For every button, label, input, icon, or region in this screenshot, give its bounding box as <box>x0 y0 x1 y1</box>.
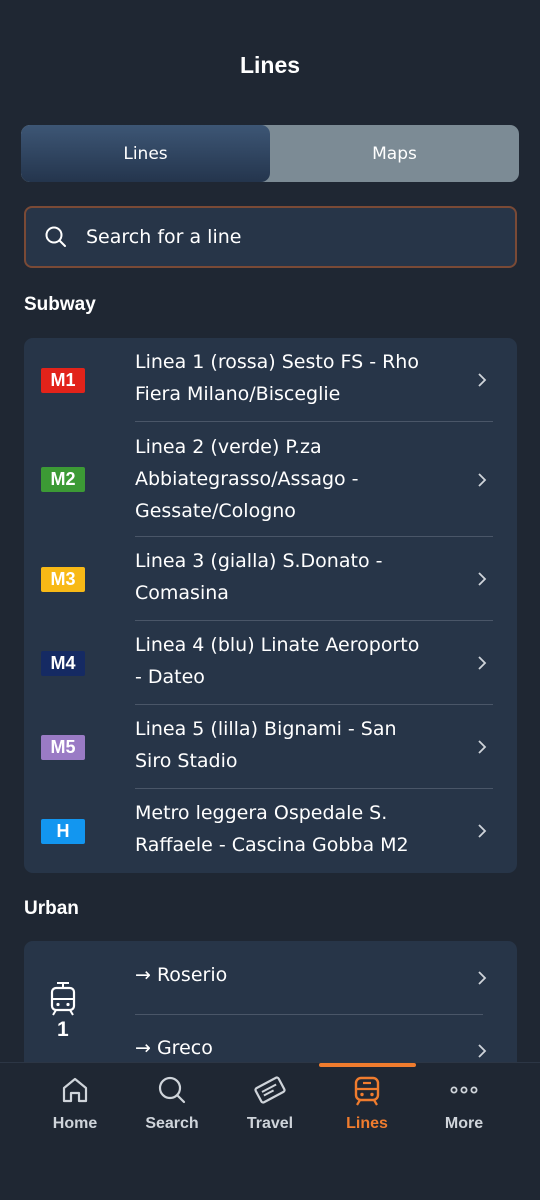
m2-badge: M2 <box>41 467 85 492</box>
line-text-2: - Dateo <box>135 666 205 688</box>
line-text-1: Linea 4 (blu) Linate Aeroporto <box>135 634 420 656</box>
nav-travel[interactable]: Travel <box>220 1063 320 1163</box>
line-row-m4[interactable]: M4 Linea 4 (blu) Linate Aeroporto - Date… <box>24 621 517 705</box>
nav-home[interactable]: Home <box>25 1063 125 1163</box>
m5-badge: M5 <box>41 735 85 760</box>
lines-maps-segmented-control: Lines Maps <box>21 125 519 182</box>
line-row-text: Linea 2 (verde) P.za Abbiategrasso/Assag… <box>135 431 465 527</box>
tram-icon <box>354 1076 380 1106</box>
search-icon <box>158 1076 186 1104</box>
search-input[interactable] <box>86 226 466 248</box>
chevron-right-icon <box>478 824 487 838</box>
nav-travel-label: Travel <box>246 1115 294 1132</box>
chevron-right-icon <box>478 1044 487 1058</box>
line-row-text: Linea 3 (gialla) S.Donato - Comasina <box>135 545 465 609</box>
subway-lines-card: M1 Linea 1 (rossa) Sesto FS - Rho Fiera … <box>24 338 517 873</box>
page-title: Lines <box>239 52 301 78</box>
line-text-2: Fiera Milano/Bisceglie <box>135 383 341 405</box>
line-row-h[interactable]: H Metro leggera Ospedale S. Raffaele - C… <box>24 789 517 873</box>
divider <box>135 1014 483 1015</box>
chevron-right-icon <box>478 656 487 670</box>
chevron-right-icon <box>478 373 487 387</box>
line-row-m3[interactable]: M3 Linea 3 (gialla) S.Donato - Comasina <box>24 537 517 621</box>
line-row-text: Linea 5 (lilla) Bignami - San Siro Stadi… <box>135 713 465 777</box>
m3-badge: M3 <box>41 567 85 592</box>
search-icon <box>45 226 66 247</box>
ticket-icon <box>254 1076 286 1104</box>
chevron-right-icon <box>478 971 487 985</box>
chevron-right-icon <box>478 473 487 487</box>
tab-lines[interactable]: Lines <box>21 125 270 182</box>
line-text-2: Siro Stadio <box>135 750 238 772</box>
line-text-1: Linea 1 (rossa) Sesto FS - Rho <box>135 351 419 373</box>
line-text-1: Linea 3 (gialla) S.Donato - <box>135 550 383 572</box>
line-text-1: Linea 2 (verde) P.za <box>135 436 322 458</box>
search-bar[interactable] <box>24 206 517 268</box>
direction-roserio[interactable]: → Roserio <box>135 964 227 986</box>
home-icon <box>62 1077 88 1103</box>
line-row-text: Linea 1 (rossa) Sesto FS - Rho Fiera Mil… <box>135 346 465 410</box>
nav-home-label: Home <box>52 1115 98 1132</box>
more-icon <box>450 1086 478 1094</box>
nav-search[interactable]: Search <box>122 1063 222 1163</box>
line-text-1: Metro leggera Ospedale S. <box>135 802 388 824</box>
urban-lines-card: 1 → Roserio → Greco <box>24 941 517 1062</box>
m4-badge: M4 <box>41 651 85 676</box>
direction-greco[interactable]: → Greco <box>135 1037 213 1059</box>
line-text-2: Comasina <box>135 582 229 604</box>
subway-section-title: Subway <box>24 294 96 315</box>
h-badge: H <box>41 819 85 844</box>
line-text-3: Gessate/Cologno <box>135 500 296 522</box>
nav-lines[interactable]: Lines <box>317 1063 417 1163</box>
line-text-2: Raffaele - Cascina Gobba M2 <box>135 834 409 856</box>
chevron-right-icon <box>478 740 487 754</box>
line-row-text: Linea 4 (blu) Linate Aeroporto - Dateo <box>135 629 465 693</box>
m1-badge: M1 <box>41 368 85 393</box>
line-text-1: Linea 5 (lilla) Bignami - San <box>135 718 397 740</box>
urban-section-title: Urban <box>24 898 79 919</box>
line-row-text: Metro leggera Ospedale S. Raffaele - Cas… <box>135 797 465 861</box>
urban-line-number: 1 <box>57 1018 69 1041</box>
nav-lines-label: Lines <box>346 1115 388 1132</box>
bottom-navigation: Home Search Travel Lines More <box>0 1062 540 1200</box>
chevron-right-icon <box>478 572 487 586</box>
nav-search-label: Search <box>145 1115 199 1132</box>
active-tab-indicator <box>319 1063 416 1067</box>
tab-maps[interactable]: Maps <box>270 125 519 182</box>
nav-more[interactable]: More <box>414 1063 514 1163</box>
line-row-m5[interactable]: M5 Linea 5 (lilla) Bignami - San Siro St… <box>24 705 517 789</box>
tram-icon <box>50 982 76 1016</box>
line-row-m1[interactable]: M1 Linea 1 (rossa) Sesto FS - Rho Fiera … <box>24 338 517 422</box>
line-row-m2[interactable]: M2 Linea 2 (verde) P.za Abbiategrasso/As… <box>24 422 517 537</box>
nav-more-label: More <box>444 1115 484 1132</box>
line-text-2: Abbiategrasso/Assago - <box>135 468 359 490</box>
